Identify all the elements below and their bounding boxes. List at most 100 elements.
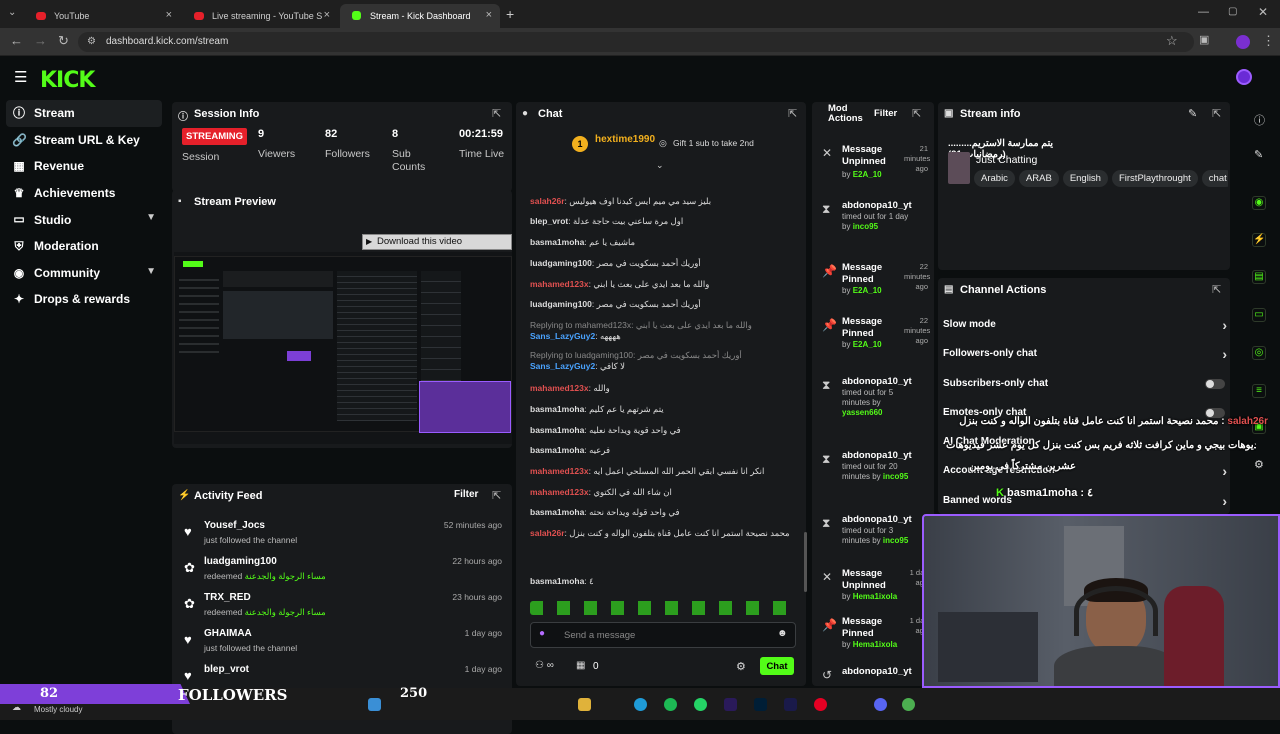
popout-icon[interactable]: ⇱ bbox=[492, 107, 501, 120]
new-tab-icon[interactable]: + bbox=[506, 6, 514, 22]
chat-username[interactable]: Sans_LazyGuy2 bbox=[530, 331, 595, 341]
chat-username[interactable]: mahamed123x bbox=[530, 466, 589, 476]
mod-filter-button[interactable]: Filter bbox=[874, 108, 897, 119]
pinterest-icon[interactable] bbox=[814, 698, 827, 711]
send-chat-button[interactable]: Chat bbox=[760, 657, 794, 675]
popout-icon[interactable]: ⇱ bbox=[1212, 107, 1221, 120]
hamburger-menu-icon[interactable]: ☰ bbox=[14, 68, 27, 86]
category-name[interactable]: Just Chatting bbox=[976, 154, 1037, 166]
gear-icon[interactable]: ⚙ bbox=[736, 660, 746, 673]
minimize-icon[interactable]: — bbox=[1198, 6, 1209, 18]
popout-icon[interactable]: ⇱ bbox=[788, 107, 797, 120]
moderator-name[interactable]: inco95 bbox=[883, 536, 908, 545]
mod-action-title[interactable]: abdonopa10_yt bbox=[842, 666, 912, 678]
moderator-name[interactable]: inco95 bbox=[883, 472, 908, 481]
file-explorer-icon[interactable] bbox=[578, 698, 591, 711]
spotify-icon[interactable] bbox=[664, 698, 677, 711]
user-avatar[interactable] bbox=[1236, 69, 1252, 85]
tab-list-icon[interactable]: ⌄ bbox=[8, 7, 16, 18]
toggle-switch[interactable] bbox=[1205, 379, 1225, 389]
gift-sub-text[interactable]: Gift 1 sub to take 2nd bbox=[673, 138, 754, 148]
whatsapp-icon[interactable] bbox=[694, 698, 707, 711]
channel-action-slow-mode[interactable]: Slow mode › bbox=[943, 312, 1233, 338]
sidebar-item-community[interactable]: ◉ Community ▼ bbox=[6, 260, 162, 287]
close-icon[interactable]: × bbox=[324, 9, 330, 21]
tab-youtube[interactable]: YouTube × bbox=[24, 4, 180, 28]
chat-username[interactable]: basma1moha bbox=[530, 237, 584, 247]
chrome-icon[interactable] bbox=[902, 698, 915, 711]
maximize-icon[interactable]: ▢ bbox=[1228, 6, 1237, 17]
close-icon[interactable]: × bbox=[486, 9, 492, 21]
tag[interactable]: chat bbox=[1201, 170, 1228, 187]
tag[interactable]: ARAB bbox=[1018, 170, 1059, 187]
chat-username[interactable]: luadgaming100 bbox=[530, 299, 592, 309]
info-icon[interactable]: ⓘ bbox=[1254, 112, 1265, 128]
broadcast-icon[interactable]: ◎ bbox=[1252, 346, 1266, 360]
reload-icon[interactable]: ↻ bbox=[58, 33, 69, 49]
mod-action-title[interactable]: abdonopa10_yt bbox=[842, 450, 912, 462]
extensions-icon[interactable]: ▣ bbox=[1199, 33, 1209, 46]
channel-action-followers-only[interactable]: Followers-only chat › bbox=[943, 341, 1233, 367]
tag[interactable]: Arabic bbox=[974, 170, 1015, 187]
chat-username[interactable]: salah26r bbox=[530, 528, 565, 538]
edge-icon[interactable] bbox=[634, 698, 647, 711]
chat-settings-icon[interactable]: ⚇ ∞ bbox=[535, 660, 554, 671]
chat-username[interactable]: mahamed123x bbox=[530, 279, 589, 289]
chat-scrollbar[interactable] bbox=[804, 532, 807, 592]
tag[interactable]: FirstPlaythrought bbox=[1111, 170, 1198, 187]
premiere-icon[interactable] bbox=[724, 698, 737, 711]
bookmark-star-icon[interactable]: ☆ bbox=[1166, 33, 1178, 49]
popout-icon[interactable]: ⇱ bbox=[1212, 283, 1221, 296]
chat-username[interactable]: blep_vrot bbox=[530, 216, 568, 226]
sidebar-item-stream[interactable]: ⓘ Stream bbox=[6, 100, 162, 127]
discord-icon[interactable] bbox=[874, 698, 887, 711]
tab-youtube-studio[interactable]: Live streaming - YouTube Studio × bbox=[182, 4, 338, 28]
aftereffects-icon[interactable] bbox=[784, 698, 797, 711]
chat-username[interactable]: salah26r bbox=[530, 196, 565, 206]
profile-avatar[interactable] bbox=[1236, 35, 1250, 49]
activity-user[interactable]: Yousef_Jocs bbox=[204, 520, 265, 531]
document-icon[interactable]: ▤ bbox=[1252, 270, 1266, 284]
camera-icon[interactable]: ◉ bbox=[1252, 196, 1266, 210]
activity-user[interactable]: GHAIMAA bbox=[204, 628, 252, 639]
category-thumbnail[interactable] bbox=[948, 152, 970, 184]
settings-icon[interactable]: ⚙ bbox=[1254, 458, 1264, 471]
activity-user[interactable]: blep_vrot bbox=[204, 664, 249, 675]
menu-dots-icon[interactable]: ⋮ bbox=[1262, 33, 1275, 49]
moderator-name[interactable]: E2A_10 bbox=[853, 340, 882, 349]
lightning-icon[interactable]: ⚡ bbox=[1252, 233, 1266, 247]
chat-icon[interactable]: ▭ bbox=[1252, 308, 1266, 322]
sidebar-item-achievements[interactable]: ♛ Achievements bbox=[6, 180, 162, 207]
close-icon[interactable]: × bbox=[166, 9, 172, 21]
scroll-down-icon[interactable]: ⌄ bbox=[656, 160, 664, 171]
chat-input-box[interactable]: ● Send a message ☻ bbox=[530, 622, 796, 648]
sidebar-item-revenue[interactable]: ▦ Revenue bbox=[6, 153, 162, 180]
windows-start-icon[interactable] bbox=[368, 698, 381, 711]
url-input[interactable]: ⚙ dashboard.kick.com/stream bbox=[78, 32, 1194, 52]
site-info-icon[interactable]: ⚙ bbox=[87, 32, 96, 52]
moderator-name[interactable]: yassen660 bbox=[842, 408, 882, 417]
activity-filter-button[interactable]: Filter bbox=[454, 489, 478, 500]
popout-icon[interactable]: ⇱ bbox=[912, 107, 921, 120]
pinned-sub-banner[interactable]: 1 hextime1990 ◎ Gift 1 sub to take 2nd bbox=[516, 126, 806, 164]
window-close-icon[interactable]: ✕ bbox=[1258, 5, 1268, 19]
kick-logo[interactable]: KICK bbox=[40, 68, 95, 93]
sidebar-item-stream-url-key[interactable]: 🔗 Stream URL & Key bbox=[6, 127, 162, 154]
sidebar-item-moderation[interactable]: ⛨ Moderation bbox=[6, 233, 162, 260]
emoji-icon[interactable]: ☻ bbox=[777, 628, 788, 639]
mod-action-title[interactable]: abdonopa10_yt bbox=[842, 200, 912, 212]
photoshop-icon[interactable] bbox=[754, 698, 767, 711]
chat-username[interactable]: basma1moha bbox=[530, 576, 584, 586]
pinned-user[interactable]: hextime1990 bbox=[595, 134, 655, 145]
moderator-name[interactable]: E2A_10 bbox=[853, 286, 882, 295]
moderator-name[interactable]: Hema1ixola bbox=[853, 592, 897, 601]
back-icon[interactable]: ← bbox=[10, 33, 23, 48]
reply-context[interactable]: Replying to mahamed123x: والله ما بعد اي… bbox=[530, 320, 800, 331]
chat-username[interactable]: luadgaming100 bbox=[530, 258, 592, 268]
popout-icon[interactable]: ⇱ bbox=[492, 489, 501, 502]
chat-username[interactable]: basma1moha bbox=[530, 404, 584, 414]
tag[interactable]: English bbox=[1062, 170, 1108, 187]
forward-icon[interactable]: → bbox=[34, 33, 47, 48]
reply-context[interactable]: Replying to luadgaming100: أوريك أحمد بس… bbox=[530, 350, 800, 361]
chat-username[interactable]: basma1moha bbox=[530, 507, 584, 517]
